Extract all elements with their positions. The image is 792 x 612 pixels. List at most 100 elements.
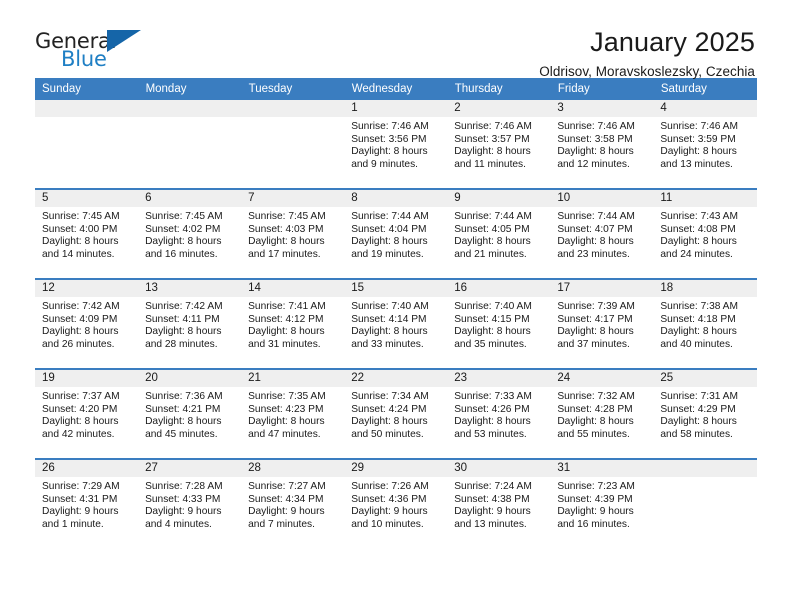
daylight-text-line2: and 11 minutes.	[454, 158, 526, 170]
sunset-text: Sunset: 4:20 PM	[42, 403, 118, 415]
calendar-day-cell[interactable]: 10 Sunrise: 7:44 AM Sunset: 4:07 PM Dayligh…	[550, 188, 654, 279]
calendar-day-cell[interactable]: 13 Sunrise: 7:42 AM Sunset: 4:11 PM Dayligh…	[138, 278, 242, 369]
calendar-day-cell[interactable]: 14 Sunrise: 7:41 AM Sunset: 4:12 PM Dayligh…	[241, 278, 345, 369]
calendar-day-cell[interactable]: 31 Sunrise: 7:23 AM Sunset: 4:39 PM Dayligh…	[550, 458, 654, 548]
sunrise-text: Sunrise: 7:40 AM	[454, 301, 532, 312]
day-details: Sunrise: 7:40 AM Sunset: 4:14 PM Daylight:…	[344, 297, 447, 351]
calendar-day-cell[interactable]: 28 Sunrise: 7:27 AM Sunset: 4:34 PM Dayligh…	[241, 458, 345, 548]
calendar-day-cell[interactable]: 9 Sunrise: 7:44 AM Sunset: 4:05 PM Daylight…	[447, 188, 551, 279]
calendar-day-cell[interactable]: 29 Sunrise: 7:26 AM Sunset: 4:36 PM Dayligh…	[344, 458, 448, 548]
calendar-day-cell[interactable]: 4 Sunrise: 7:46 AM Sunset: 3:59 PM Daylight…	[653, 100, 757, 189]
sunset-text: Sunset: 3:56 PM	[351, 133, 427, 145]
calendar-day-cell[interactable]: 18 Sunrise: 7:38 AM Sunset: 4:18 PM Dayligh…	[653, 278, 757, 369]
calendar-day-cell[interactable]: 15 Sunrise: 7:40 AM Sunset: 4:14 PM Dayligh…	[344, 278, 448, 369]
day-number: 14	[241, 280, 345, 297]
day-number: 20	[138, 370, 242, 387]
daylight-text-line1: Daylight: 9 hours	[248, 506, 325, 518]
calendar-day-cell[interactable]: 19 Sunrise: 7:37 AM Sunset: 4:20 PM Dayligh…	[35, 368, 139, 459]
weekday-header-monday: Monday	[138, 78, 242, 100]
sunrise-text: Sunrise: 7:23 AM	[557, 481, 635, 492]
day-number: 7	[241, 190, 345, 207]
calendar-day-cell[interactable]: 30 Sunrise: 7:24 AM Sunset: 4:38 PM Dayligh…	[447, 458, 551, 548]
calendar-day-cell[interactable]: 2 Sunrise: 7:46 AM Sunset: 3:57 PM Daylight…	[447, 100, 551, 189]
sunset-text: Sunset: 4:00 PM	[42, 223, 118, 235]
sunrise-text: Sunrise: 7:27 AM	[248, 481, 326, 492]
sunrise-text: Sunrise: 7:46 AM	[660, 121, 738, 132]
day-number: 1	[344, 100, 448, 117]
calendar-day-cell[interactable]: 3 Sunrise: 7:46 AM Sunset: 3:58 PM Daylight…	[550, 100, 654, 189]
sunset-text: Sunset: 4:21 PM	[145, 403, 221, 415]
sunrise-text: Sunrise: 7:41 AM	[248, 301, 326, 312]
calendar-day-cell[interactable]: 24 Sunrise: 7:32 AM Sunset: 4:28 PM Dayligh…	[550, 368, 654, 459]
calendar-day-cell[interactable]: 26 Sunrise: 7:29 AM Sunset: 4:31 PM Dayligh…	[35, 458, 139, 548]
calendar-day-cell[interactable]: 11 Sunrise: 7:43 AM Sunset: 4:08 PM Dayligh…	[653, 188, 757, 279]
day-number: 24	[550, 370, 654, 387]
calendar-day-cell[interactable]: 21 Sunrise: 7:35 AM Sunset: 4:23 PM Dayligh…	[241, 368, 345, 459]
sunset-text: Sunset: 4:17 PM	[557, 313, 633, 325]
daylight-text-line2: and 9 minutes.	[351, 158, 419, 170]
day-number: 22	[344, 370, 448, 387]
day-number: 29	[344, 460, 448, 477]
logo-triangle-icon	[107, 30, 141, 52]
calendar-day-cell[interactable]: 6 Sunrise: 7:45 AM Sunset: 4:02 PM Daylight…	[138, 188, 242, 279]
day-number: 8	[344, 190, 448, 207]
day-details: Sunrise: 7:45 AM Sunset: 4:03 PM Daylight:…	[241, 207, 344, 261]
calendar-day-cell[interactable]: 25 Sunrise: 7:31 AM Sunset: 4:29 PM Dayligh…	[653, 368, 757, 459]
calendar-day-cell[interactable]: 17 Sunrise: 7:39 AM Sunset: 4:17 PM Dayligh…	[550, 278, 654, 369]
calendar-page: General Blue January 2025 Oldrisov, Mora…	[0, 0, 792, 612]
day-number: 16	[447, 280, 551, 297]
calendar-day-cell[interactable]: 27 Sunrise: 7:28 AM Sunset: 4:33 PM Dayligh…	[138, 458, 242, 548]
calendar-day-cell[interactable]: 23 Sunrise: 7:33 AM Sunset: 4:26 PM Dayligh…	[447, 368, 551, 459]
calendar-day-cell[interactable]: 16 Sunrise: 7:40 AM Sunset: 4:15 PM Dayligh…	[447, 278, 551, 369]
calendar-day-cell[interactable]: 7 Sunrise: 7:45 AM Sunset: 4:03 PM Daylight…	[241, 188, 345, 279]
sunset-text: Sunset: 4:29 PM	[660, 403, 736, 415]
sunrise-text: Sunrise: 7:37 AM	[42, 391, 120, 402]
day-number: 5	[35, 190, 139, 207]
day-details: Sunrise: 7:28 AM Sunset: 4:33 PM Daylight:…	[138, 477, 241, 531]
daylight-text-line1: Daylight: 8 hours	[42, 236, 119, 248]
calendar-day-cell[interactable]: 8 Sunrise: 7:44 AM Sunset: 4:04 PM Daylight…	[344, 188, 448, 279]
daylight-text-line2: and 37 minutes.	[557, 338, 630, 350]
day-details: Sunrise: 7:46 AM Sunset: 3:56 PM Daylight:…	[344, 117, 447, 171]
day-number: 9	[447, 190, 551, 207]
calendar-day-cell[interactable]: 1 Sunrise: 7:46 AM Sunset: 3:56 PM Daylight…	[344, 100, 448, 189]
sunrise-text: Sunrise: 7:44 AM	[351, 211, 429, 222]
day-number	[653, 460, 757, 477]
daylight-text-line2: and 10 minutes.	[351, 518, 424, 530]
day-details: Sunrise: 7:42 AM Sunset: 4:09 PM Daylight:…	[35, 297, 138, 351]
calendar-day-cell[interactable]: 20 Sunrise: 7:36 AM Sunset: 4:21 PM Dayligh…	[138, 368, 242, 459]
daylight-text-line2: and 21 minutes.	[454, 248, 527, 260]
day-number	[241, 100, 345, 117]
daylight-text-line1: Daylight: 8 hours	[351, 146, 428, 158]
day-details: Sunrise: 7:45 AM Sunset: 4:00 PM Daylight:…	[35, 207, 138, 261]
sunset-text: Sunset: 4:26 PM	[454, 403, 530, 415]
day-number	[138, 100, 242, 117]
daylight-text-line1: Daylight: 8 hours	[454, 146, 531, 158]
daylight-text-line2: and 58 minutes.	[660, 428, 733, 440]
daylight-text-line1: Daylight: 8 hours	[660, 416, 737, 428]
calendar-day-cell[interactable]: 22 Sunrise: 7:34 AM Sunset: 4:24 PM Dayligh…	[344, 368, 448, 459]
sunrise-text: Sunrise: 7:33 AM	[454, 391, 532, 402]
day-number: 18	[653, 280, 757, 297]
daylight-text-line1: Daylight: 9 hours	[351, 506, 428, 518]
sunset-text: Sunset: 4:04 PM	[351, 223, 427, 235]
day-details: Sunrise: 7:45 AM Sunset: 4:02 PM Daylight:…	[138, 207, 241, 261]
calendar-day-cell[interactable]: 5 Sunrise: 7:45 AM Sunset: 4:00 PM Daylight…	[35, 188, 139, 279]
daylight-text-line2: and 40 minutes.	[660, 338, 733, 350]
sunrise-text: Sunrise: 7:43 AM	[660, 211, 738, 222]
day-details: Sunrise: 7:40 AM Sunset: 4:15 PM Daylight:…	[447, 297, 550, 351]
calendar-day-cell-empty	[241, 100, 345, 189]
calendar-day-cell[interactable]: 12 Sunrise: 7:42 AM Sunset: 4:09 PM Dayligh…	[35, 278, 139, 369]
general-blue-logo[interactable]: General Blue	[35, 27, 147, 75]
daylight-text-line1: Daylight: 9 hours	[42, 506, 119, 518]
daylight-text-line2: and 47 minutes.	[248, 428, 321, 440]
sunrise-text: Sunrise: 7:36 AM	[145, 391, 223, 402]
day-number: 28	[241, 460, 345, 477]
daylight-text-line2: and 28 minutes.	[145, 338, 218, 350]
calendar-week-row: 5 Sunrise: 7:45 AM Sunset: 4:00 PM Daylight…	[35, 188, 757, 279]
daylight-text-line1: Daylight: 9 hours	[557, 506, 634, 518]
sunrise-text: Sunrise: 7:31 AM	[660, 391, 738, 402]
sunset-text: Sunset: 4:36 PM	[351, 493, 427, 505]
day-number: 17	[550, 280, 654, 297]
sunrise-text: Sunrise: 7:38 AM	[660, 301, 738, 312]
